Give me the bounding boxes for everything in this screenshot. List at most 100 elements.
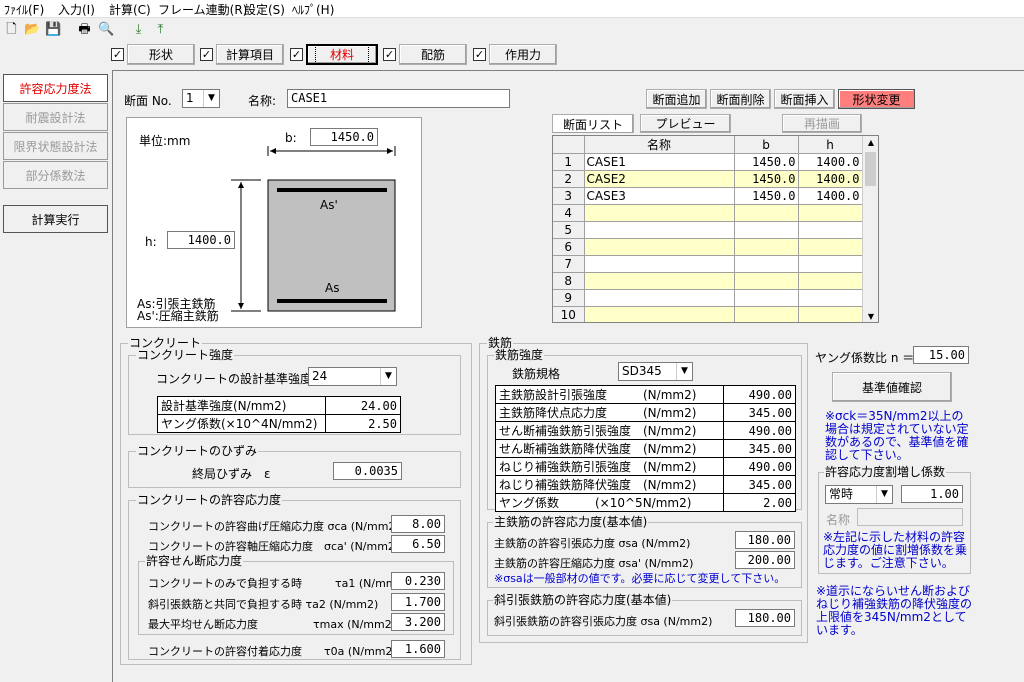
increase-name-input[interactable] [857,508,963,526]
tab-calc-items-checkbox[interactable]: ✓ [200,48,213,61]
menu-help[interactable]: ﾍﾙﾌﾟ(H) [292,1,334,18]
cell-b[interactable] [734,272,799,290]
cell-h[interactable] [798,238,863,256]
shear-with-rebar-input[interactable]: 1.700 [391,593,445,611]
cell-b[interactable]: 1450.0 [734,153,799,171]
menu-calc[interactable]: 計算(C) [109,1,151,18]
shape-change-button[interactable]: 形状変更 [838,89,915,109]
cell-h[interactable] [798,306,863,322]
main-tension-input[interactable]: 180.00 [735,531,795,549]
table-row[interactable]: 8 [553,272,863,290]
cell-h[interactable] [798,221,863,239]
cell-name[interactable] [584,204,735,222]
cell-h[interactable]: 1400.0 [798,153,863,171]
import-icon[interactable]: ⤓ [130,21,147,38]
table-row[interactable]: 2 CASE2 1450.0 1400.0 [553,170,863,188]
menu-frame-link[interactable]: フレーム連動(R) [158,1,247,18]
method-partial-factor[interactable]: 部分係数法 [3,161,108,189]
tab-material[interactable]: 材料 [306,44,378,65]
design-strength-select[interactable]: 24 ▼ [308,367,397,386]
height-input[interactable]: 1400.0 [167,231,235,249]
cell-name[interactable] [584,289,735,307]
cell-name[interactable] [584,238,735,256]
table-row[interactable]: 7 [553,255,863,273]
table-row[interactable]: 6 [553,238,863,256]
add-section-button[interactable]: 断面追加 [646,89,707,109]
tab-preview[interactable]: プレビュー [640,114,731,133]
redraw-button[interactable]: 再描画 [782,114,862,133]
cell-b[interactable] [734,289,799,307]
check-standard-button[interactable]: 基準値確認 [832,372,952,402]
tab-calc-items[interactable]: 計算項目 [216,44,284,65]
cell-h[interactable] [798,204,863,222]
method-limit-state[interactable]: 限界状態設計法 [3,132,108,160]
table-row[interactable]: 9 [553,289,863,307]
print-icon[interactable]: 🖶 [76,21,93,38]
shear-max-input[interactable]: 3.200 [391,613,445,631]
cell-name[interactable] [584,306,735,322]
strain-input[interactable]: 0.0035 [333,462,402,480]
young-ratio-input[interactable]: 15.00 [913,346,969,364]
scroll-down-icon[interactable]: ▼ [863,312,878,321]
new-file-icon[interactable]: 🗋 [3,21,20,38]
grid-scrollbar[interactable]: ▲ ▼ [862,136,878,322]
method-allowable-stress[interactable]: 許容応力度法 [3,74,108,102]
cell-name[interactable]: CASE2 [584,170,735,188]
tab-material-checkbox[interactable]: ✓ [290,48,303,61]
tab-rebar[interactable]: 配筋 [399,44,467,65]
tab-section-list[interactable]: 断面リスト [552,114,634,133]
cell-h[interactable] [798,272,863,290]
increase-factor-input[interactable]: 1.00 [901,485,963,503]
open-folder-icon[interactable]: 📂 [24,21,41,38]
menu-file[interactable]: ﾌｧｲﾙ(F) [4,1,44,18]
tab-rebar-checkbox[interactable]: ✓ [383,48,396,61]
width-input[interactable]: 1450.0 [310,128,378,146]
menu-settings[interactable]: 設定(S) [244,1,285,18]
cell-b[interactable] [734,204,799,222]
tab-force[interactable]: 作用力 [489,44,557,65]
cell-b[interactable] [734,306,799,322]
cell-h[interactable]: 1400.0 [798,187,863,205]
cell-name[interactable] [584,272,735,290]
scroll-up-icon[interactable]: ▲ [863,138,878,147]
export-icon[interactable]: ⤒ [152,21,169,38]
print-preview-icon[interactable]: 🔍 [98,21,115,38]
rebar-grade-select[interactable]: SD345 ▼ [618,362,693,381]
table-row[interactable]: 10 [553,306,863,322]
section-name-input[interactable]: CASE1 [287,89,510,108]
tab-shape[interactable]: 形状 [127,44,195,65]
axial-compress-input[interactable]: 6.50 [391,535,445,553]
shear-concrete-only-input[interactable]: 0.230 [391,572,445,590]
tab-shape-checkbox[interactable]: ✓ [111,48,124,61]
insert-section-button[interactable]: 断面挿入 [774,89,835,109]
run-calculation-button[interactable]: 計算実行 [3,205,108,233]
diagonal-tension-input[interactable]: 180.00 [735,609,795,627]
cell-b[interactable] [734,238,799,256]
table-row[interactable]: 5 [553,221,863,239]
cell-b[interactable] [734,221,799,239]
bending-compress-input[interactable]: 8.00 [391,515,445,533]
cell-h[interactable]: 1400.0 [798,170,863,188]
cell-b[interactable]: 1450.0 [734,170,799,188]
method-seismic[interactable]: 耐震設計法 [3,103,108,131]
table-row[interactable]: 3 CASE3 1450.0 1400.0 [553,187,863,205]
load-case-select[interactable]: 常時 ▼ [825,485,893,504]
table-row[interactable]: 1 CASE1 1450.0 1400.0 [553,153,863,171]
bond-input[interactable]: 1.600 [391,640,445,658]
delete-section-button[interactable]: 断面削除 [710,89,771,109]
cell-name[interactable] [584,255,735,273]
cell-name[interactable]: CASE3 [584,187,735,205]
tab-force-checkbox[interactable]: ✓ [473,48,486,61]
cell-b[interactable] [734,255,799,273]
scroll-thumb[interactable] [865,152,876,186]
cell-name[interactable]: CASE1 [584,153,735,171]
cell-h[interactable] [798,255,863,273]
menu-input[interactable]: 入力(I) [58,1,95,18]
section-no-select[interactable]: 1 ▼ [182,89,220,108]
cell-name[interactable] [584,221,735,239]
cell-b[interactable]: 1450.0 [734,187,799,205]
save-icon[interactable]: 💾 [45,21,62,38]
main-compress-input[interactable]: 200.00 [735,551,795,569]
table-row[interactable]: 4 [553,204,863,222]
cell-h[interactable] [798,289,863,307]
